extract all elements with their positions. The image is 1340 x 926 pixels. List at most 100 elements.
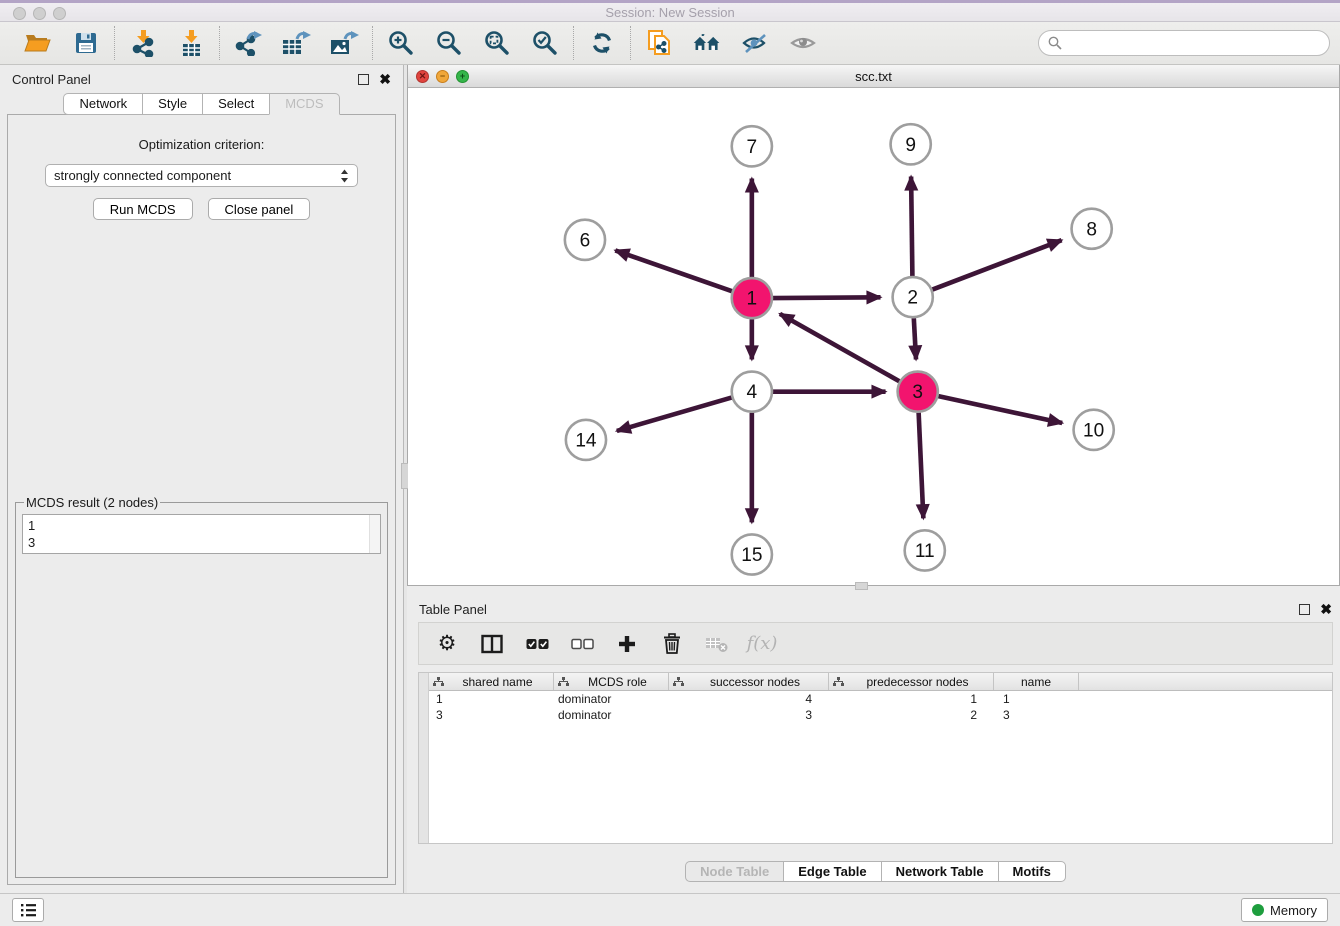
table-settings-button[interactable]: ⚙: [433, 630, 461, 658]
export-network-button[interactable]: [233, 28, 263, 58]
cell-successor-nodes[interactable]: 3: [669, 708, 829, 722]
eye-icon: [789, 31, 817, 55]
optimization-criterion-select[interactable]: strongly connected component: [45, 164, 358, 187]
column-header-shared-name[interactable]: shared name: [429, 673, 554, 690]
function-icon: f(x): [747, 633, 778, 654]
search-input[interactable]: [1067, 36, 1320, 51]
graph-node-3[interactable]: 3: [898, 372, 938, 412]
tab-network[interactable]: Network: [63, 93, 142, 115]
mcds-result-scrollbar[interactable]: [369, 515, 380, 553]
cell-successor-nodes[interactable]: 4: [669, 692, 829, 706]
table-row[interactable]: 3 dominator 3 2 3: [429, 707, 1332, 723]
cell-predecessor-nodes[interactable]: 2: [829, 708, 994, 722]
table-panel: Table Panel ✖ ⚙: [407, 595, 1340, 893]
horizontal-splitter[interactable]: [407, 586, 1340, 595]
tab-style[interactable]: Style: [142, 93, 202, 115]
export-image-button[interactable]: [329, 28, 359, 58]
cell-shared-name[interactable]: 3: [429, 708, 554, 722]
unchecked-boxes-icon: [571, 638, 594, 650]
tab-edge-table[interactable]: Edge Table: [783, 861, 880, 882]
cell-mcds-role[interactable]: dominator: [554, 708, 669, 722]
zoom-in-button[interactable]: [386, 28, 416, 58]
column-header-mcds-role[interactable]: MCDS role: [554, 673, 669, 690]
table-panel-close-icon[interactable]: ✖: [1320, 604, 1332, 615]
graph-edge-1-6[interactable]: [615, 250, 732, 291]
import-table-button[interactable]: [176, 28, 206, 58]
graph-node-10[interactable]: 10: [1074, 410, 1114, 450]
graph-node-7[interactable]: 7: [732, 126, 772, 166]
tab-mcds[interactable]: MCDS: [269, 93, 339, 115]
graph-edge-3-11[interactable]: [919, 413, 924, 519]
function-builder-button[interactable]: f(x): [748, 630, 776, 658]
column-type-icon: [433, 677, 444, 687]
import-network-button[interactable]: [128, 28, 158, 58]
network-window-titlebar[interactable]: ✕ − + scc.txt: [408, 65, 1339, 88]
select-all-columns-button[interactable]: [523, 630, 551, 658]
save-session-button[interactable]: [71, 28, 101, 58]
open-session-button[interactable]: [23, 28, 53, 58]
cell-shared-name[interactable]: 1: [429, 692, 554, 706]
tab-select[interactable]: Select: [202, 93, 269, 115]
network-minimize-button[interactable]: −: [436, 70, 449, 83]
graph-node-8[interactable]: 8: [1072, 209, 1112, 249]
graph-edge-2-3[interactable]: [914, 318, 916, 359]
zoom-out-button[interactable]: [434, 28, 464, 58]
graph-node-11[interactable]: 11: [905, 530, 945, 570]
clone-network-button[interactable]: [644, 28, 674, 58]
graph-node-2[interactable]: 2: [893, 277, 933, 317]
memory-button[interactable]: Memory: [1241, 898, 1328, 922]
export-image-icon: [329, 30, 359, 56]
svg-text:15: 15: [741, 545, 762, 566]
graph-edge-2-8[interactable]: [932, 240, 1061, 289]
network-overview-button[interactable]: [692, 28, 722, 58]
table-panel-float-icon[interactable]: [1299, 604, 1310, 615]
graph-edge-3-10[interactable]: [938, 396, 1062, 423]
column-header-name[interactable]: name: [994, 673, 1079, 690]
column-header-successor-nodes[interactable]: successor nodes: [669, 673, 829, 690]
mcds-result-list[interactable]: 1 3: [22, 514, 381, 554]
search-bar[interactable]: [1038, 30, 1330, 56]
split-view-button[interactable]: [478, 630, 506, 658]
graph-node-4[interactable]: 4: [732, 372, 772, 412]
run-mcds-button[interactable]: Run MCDS: [93, 198, 193, 220]
network-graph: 7 9 6 8 1 2 4 3 14 10 15 11: [408, 88, 1339, 585]
delete-column-button[interactable]: [658, 630, 686, 658]
memory-label: Memory: [1270, 903, 1317, 918]
network-close-button[interactable]: ✕: [416, 70, 429, 83]
tab-network-table[interactable]: Network Table: [881, 861, 998, 882]
add-column-button[interactable]: [613, 630, 641, 658]
graph-node-15[interactable]: 15: [732, 534, 772, 574]
task-history-button[interactable]: [12, 898, 44, 922]
graph-edge-1-2[interactable]: [773, 297, 881, 298]
column-header-predecessor-nodes[interactable]: predecessor nodes: [829, 673, 994, 690]
graph-node-1[interactable]: 1: [732, 278, 772, 318]
network-maximize-button[interactable]: +: [456, 70, 469, 83]
export-table-button[interactable]: [281, 28, 311, 58]
close-panel-button[interactable]: Close panel: [208, 198, 311, 220]
cell-predecessor-nodes[interactable]: 1: [829, 692, 994, 706]
table-row[interactable]: 1 dominator 4 1 1: [429, 691, 1332, 707]
cell-name[interactable]: 3: [994, 708, 1079, 722]
hide-panel-button[interactable]: [740, 28, 770, 58]
graph-node-9[interactable]: 9: [891, 124, 931, 164]
cell-name[interactable]: 1: [994, 692, 1079, 706]
graph-node-14[interactable]: 14: [566, 420, 606, 460]
graph-node-6[interactable]: 6: [565, 220, 605, 260]
tab-motifs[interactable]: Motifs: [998, 861, 1066, 882]
tab-node-table[interactable]: Node Table: [685, 861, 783, 882]
vertical-splitter[interactable]: [403, 65, 407, 893]
graph-edge-4-14[interactable]: [617, 398, 732, 431]
zoom-fit-button[interactable]: [482, 28, 512, 58]
zoom-selected-button[interactable]: [530, 28, 560, 58]
graph-edge-3-1[interactable]: [780, 314, 899, 381]
show-panel-button[interactable]: [788, 28, 818, 58]
delete-table-button[interactable]: [703, 630, 731, 658]
network-canvas[interactable]: 7 9 6 8 1 2 4 3 14 10 15 11: [408, 88, 1339, 585]
graph-edge-2-9[interactable]: [911, 176, 912, 276]
deselect-all-columns-button[interactable]: [568, 630, 596, 658]
control-panel-close-icon[interactable]: ✖: [379, 74, 391, 85]
control-panel-float-icon[interactable]: [358, 74, 369, 85]
splitter-grip[interactable]: [855, 582, 868, 590]
refresh-view-button[interactable]: [587, 28, 617, 58]
cell-mcds-role[interactable]: dominator: [554, 692, 669, 706]
